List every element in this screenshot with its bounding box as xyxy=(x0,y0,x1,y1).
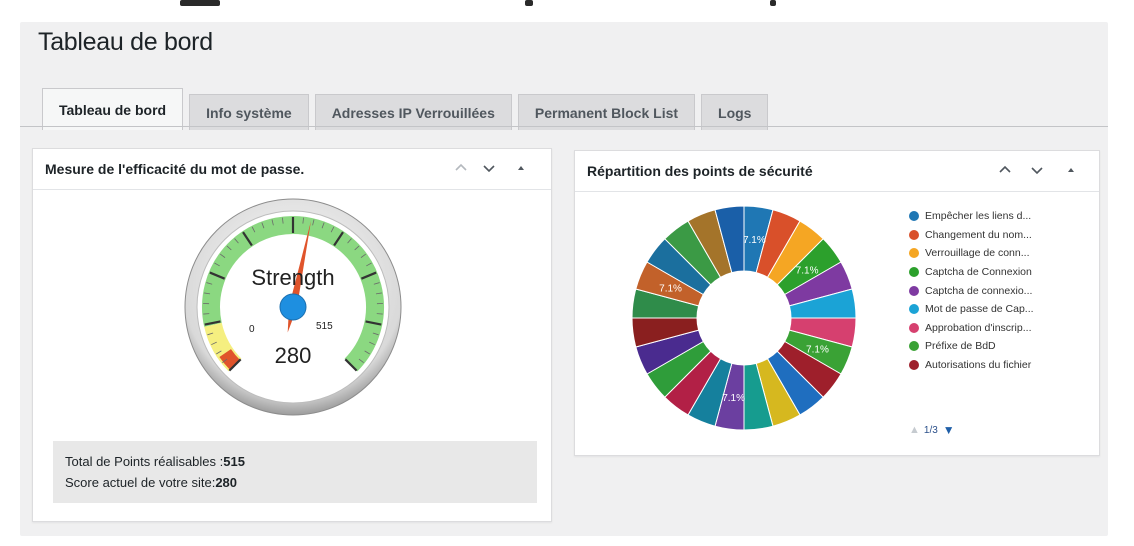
legend-label: Préfixe de BdD xyxy=(925,340,996,353)
legend-item[interactable]: Mot de passe de Cap... xyxy=(909,300,1081,319)
donut-slice-label: 7.1% xyxy=(796,266,819,277)
current-score-value: 280 xyxy=(215,475,238,490)
tab-adresses-ip-verrouillees[interactable]: Adresses IP Verrouillées xyxy=(314,94,512,130)
pager-down-icon[interactable]: ▼ xyxy=(943,423,955,437)
tab-bar: Tableau de bord Info système Adresses IP… xyxy=(42,80,774,130)
total-points-label: Total de Points réalisables : xyxy=(65,454,224,469)
chevron-up-icon xyxy=(455,163,467,171)
gauge-min-label: 0 xyxy=(249,324,255,335)
gauge-needle-hub xyxy=(279,293,307,321)
legend-item[interactable]: Changement du nom... xyxy=(909,226,1081,245)
cropped-text-fragment xyxy=(525,0,533,6)
move-up-button[interactable] xyxy=(451,158,471,178)
legend-dot-icon xyxy=(909,211,919,222)
chevron-down-icon xyxy=(1031,167,1043,175)
donut-slice-label: 7.1% xyxy=(806,344,829,355)
move-down-button[interactable] xyxy=(1027,160,1047,180)
donut-slice-label: 7.1% xyxy=(743,235,766,246)
chevron-up-icon xyxy=(999,165,1011,173)
legend-dot-icon xyxy=(909,267,919,278)
panel-header: Répartition des points de sécurité xyxy=(575,151,1099,192)
toggle-panel-button[interactable] xyxy=(1061,160,1081,180)
move-down-button[interactable] xyxy=(479,158,499,178)
cropped-text-fragment xyxy=(770,0,776,6)
legend-dot-icon xyxy=(909,229,919,240)
password-strength-panel: Mesure de l'efficacité du mot de passe. … xyxy=(32,148,552,522)
page-title: Tableau de bord xyxy=(38,28,213,56)
gauge-label: Strength xyxy=(251,265,335,290)
tab-info-systeme[interactable]: Info système xyxy=(189,94,309,130)
legend-label: Changement du nom... xyxy=(925,228,1032,241)
legend-dot-icon xyxy=(909,341,919,352)
total-points-line: Total de Points réalisables :515 xyxy=(65,454,245,469)
tab-tableau-de-bord[interactable]: Tableau de bord xyxy=(42,88,184,130)
chart-legend: Empêcher les liens d... Changement du nom… xyxy=(909,207,1081,374)
legend-label: Empêcher les liens d... xyxy=(925,210,1032,223)
legend-dot-icon xyxy=(909,285,919,296)
security-donut-chart: 7.1% 7.1% 7.1% 7.1% 7.1% xyxy=(629,203,859,433)
legend-label: Captcha de Connexion xyxy=(925,266,1032,279)
chevron-down-icon xyxy=(483,165,495,173)
pager-label: 1/3 xyxy=(923,424,938,436)
move-up-button[interactable] xyxy=(995,160,1015,180)
legend-label: Mot de passe de Cap... xyxy=(925,303,1034,316)
legend-item[interactable]: Captcha de Connexion xyxy=(909,263,1081,282)
strength-gauge: Strength 0 515 280 xyxy=(183,197,403,417)
legend-item[interactable]: Captcha de connexio... xyxy=(909,281,1081,300)
legend-item[interactable]: Autorisations du fichier xyxy=(909,356,1081,375)
donut-svg: 7.1% 7.1% 7.1% 7.1% 7.1% xyxy=(631,205,857,431)
panel-header: Mesure de l'efficacité du mot de passe. xyxy=(33,149,551,190)
legend-item[interactable]: Préfixe de BdD xyxy=(909,337,1081,356)
panel-title: Mesure de l'efficacité du mot de passe. xyxy=(45,161,305,177)
pager-up-icon[interactable]: ▲ xyxy=(909,424,920,436)
gauge-dial xyxy=(184,198,402,416)
legend-item[interactable]: Empêcher les liens d... xyxy=(909,207,1081,226)
current-score-line: Score actuel de votre site:280 xyxy=(65,475,237,490)
legend-label: Captcha de connexio... xyxy=(925,284,1033,297)
donut-slice-label: 7.1% xyxy=(659,284,682,295)
legend-item[interactable]: Approbation d'inscrip... xyxy=(909,319,1081,338)
legend-dot-icon xyxy=(909,248,919,259)
legend-label: Autorisations du fichier xyxy=(925,359,1032,372)
top-strip xyxy=(0,0,1134,18)
tab-permanent-block-list[interactable]: Permanent Block List xyxy=(517,94,696,130)
cropped-text-fragment xyxy=(180,0,220,6)
security-points-panel: Répartition des points de sécurité 7.1% 7… xyxy=(574,150,1100,456)
triangle-up-icon xyxy=(518,166,524,170)
legend-dot-icon xyxy=(909,322,919,333)
gauge-score: 280 xyxy=(274,343,312,368)
toggle-panel-button[interactable] xyxy=(511,158,531,178)
donut-slice-label: 7.1% xyxy=(722,393,745,404)
legend-dot-icon xyxy=(909,304,919,315)
legend-item[interactable]: Verrouillage de conn... xyxy=(909,244,1081,263)
triangle-up-icon xyxy=(1068,168,1074,172)
tab-divider xyxy=(20,126,1108,127)
tab-logs[interactable]: Logs xyxy=(701,94,769,130)
total-points-value: 515 xyxy=(223,454,245,469)
legend-pager: ▲ 1/3 ▼ xyxy=(909,423,955,437)
legend-label: Verrouillage de conn... xyxy=(925,247,1030,260)
legend-label: Approbation d'inscrip... xyxy=(925,321,1032,334)
legend-dot-icon xyxy=(909,360,919,371)
gauge-max-label: 515 xyxy=(316,321,333,332)
panel-title: Répartition des points de sécurité xyxy=(587,163,813,179)
score-summary: Total de Points réalisables :515 Score a… xyxy=(53,441,537,503)
current-score-label: Score actuel de votre site: xyxy=(65,475,216,490)
